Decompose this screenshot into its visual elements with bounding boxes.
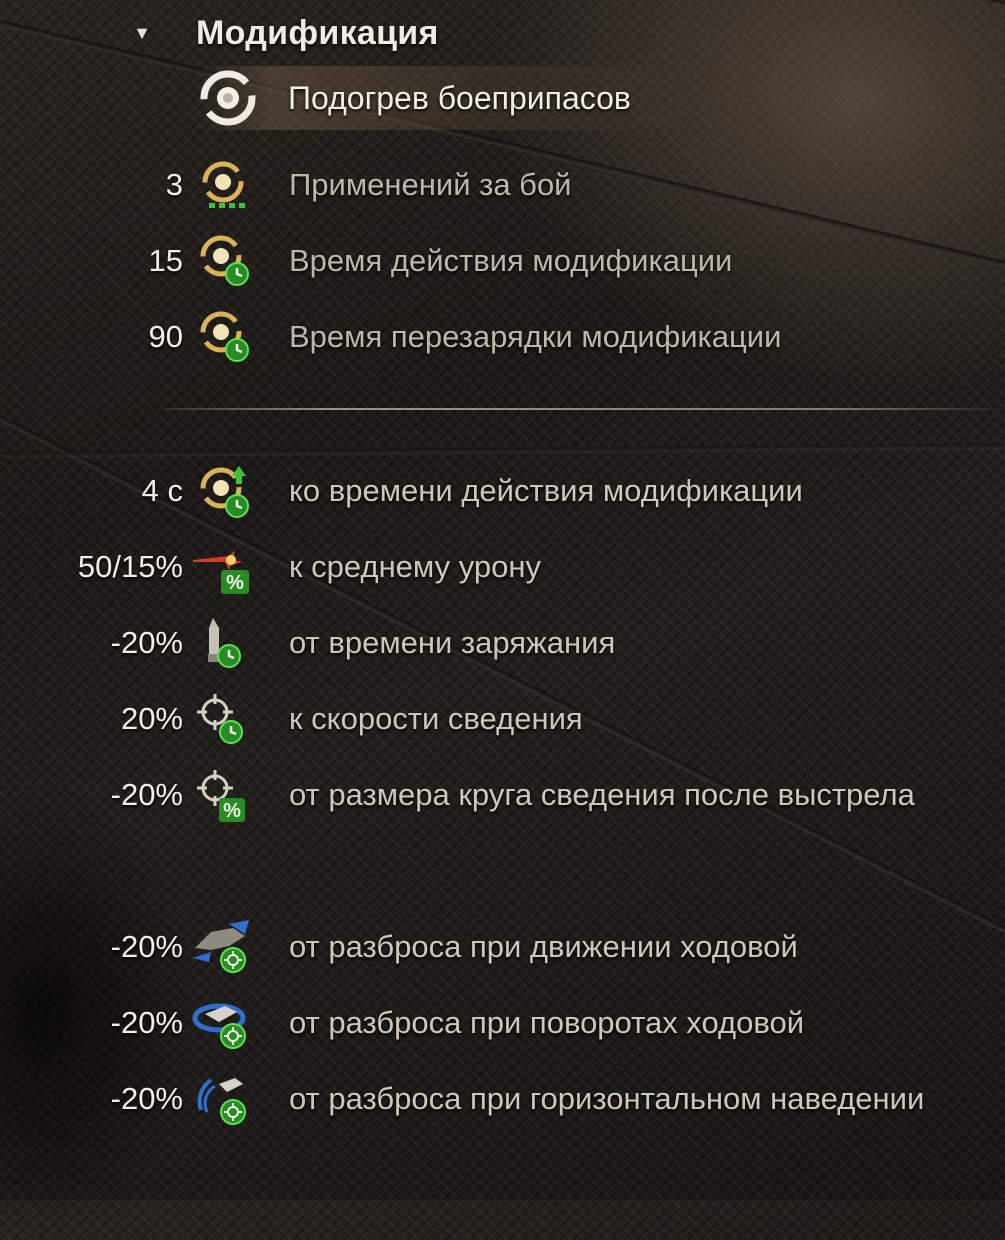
effect-row: -20% от разброса при горизонтальном наве…: [0, 1078, 1005, 1132]
effect-label: к скорости сведения: [289, 701, 583, 736]
dispersion-traverse-icon: [197, 1078, 246, 1125]
equipment-name: Подогрев боеприпасов: [288, 79, 631, 116]
stat-label: Время действия модификации: [289, 243, 733, 278]
effect-label: к среднему урону: [289, 549, 541, 584]
effect-label: от разброса при поворотах ходовой: [289, 1005, 805, 1040]
effect-value: 4 с: [141, 473, 183, 508]
effect-label: от времени заряжания: [289, 625, 616, 660]
effect-value: -20%: [110, 929, 183, 964]
section-header[interactable]: ▼ Модификация: [128, 8, 439, 58]
effect-value: 50/15%: [77, 549, 183, 584]
uses-per-battle-icon: [202, 161, 245, 208]
duration-bonus-icon: [200, 466, 249, 518]
effect-row: 50/15% % к среднему урону: [0, 548, 1005, 598]
damage-percent-icon: %: [193, 550, 249, 594]
equipment-tooltip: ▼ Модификация Подогрев боеприпасов 3 При…: [0, 0, 1005, 1200]
effect-row: 20% к скорости сведения: [0, 694, 1005, 750]
stat-label: Применений за бой: [289, 167, 572, 202]
cooldown-icon: [200, 311, 249, 362]
svg-text:%: %: [223, 800, 241, 822]
divider: [165, 408, 995, 410]
stat-value: 90: [148, 319, 183, 354]
svg-text:%: %: [226, 572, 244, 594]
stat-row: 15 Время действия модификации: [0, 235, 1005, 292]
effect-row: -20% % от размера круга сведения после в…: [0, 770, 1005, 828]
stat-label: Время перезарядки модификации: [289, 319, 782, 354]
effect-value: -20%: [110, 625, 183, 660]
effect-label: ко времени действия модификации: [289, 473, 803, 508]
stat-row: 90 Время перезарядки модификации: [0, 311, 1005, 368]
dispersion-after-shot-icon: %: [197, 770, 245, 822]
effect-value: -20%: [110, 1081, 183, 1116]
equipment-item: Подогрев боеприпасов: [196, 66, 816, 130]
effect-value: -20%: [110, 1005, 183, 1040]
effect-label: от разброса при горизонтальном наведении: [289, 1081, 925, 1116]
dispersion-turning-icon: [192, 1003, 246, 1049]
reload-time-icon: [208, 618, 241, 668]
duration-icon: [200, 235, 249, 286]
section-title: Модификация: [196, 13, 439, 52]
effect-label: от размера круга сведения после выстрела: [289, 777, 915, 812]
stat-value: 15: [148, 243, 183, 278]
ammo-heating-icon: [200, 70, 256, 126]
stat-row: 3 Применений за бой: [0, 161, 1005, 216]
effect-row: -20% от разброса при поворотах ходовой: [0, 1003, 1005, 1054]
effect-value: 20%: [120, 701, 183, 736]
stat-value: 3: [165, 167, 183, 202]
effect-label: от разброса при движении ходовой: [289, 929, 798, 964]
effect-row: 4 с ко времени действия модификации: [0, 466, 1005, 522]
effect-row: -20% от времени заряжания: [0, 618, 1005, 674]
aiming-speed-icon: [197, 694, 243, 744]
chevron-down-icon[interactable]: ▼: [128, 19, 156, 47]
dispersion-movement-icon: [193, 920, 249, 973]
effect-value: -20%: [110, 777, 183, 812]
effect-row: -20% от разброса при движении ходовой: [0, 920, 1005, 978]
